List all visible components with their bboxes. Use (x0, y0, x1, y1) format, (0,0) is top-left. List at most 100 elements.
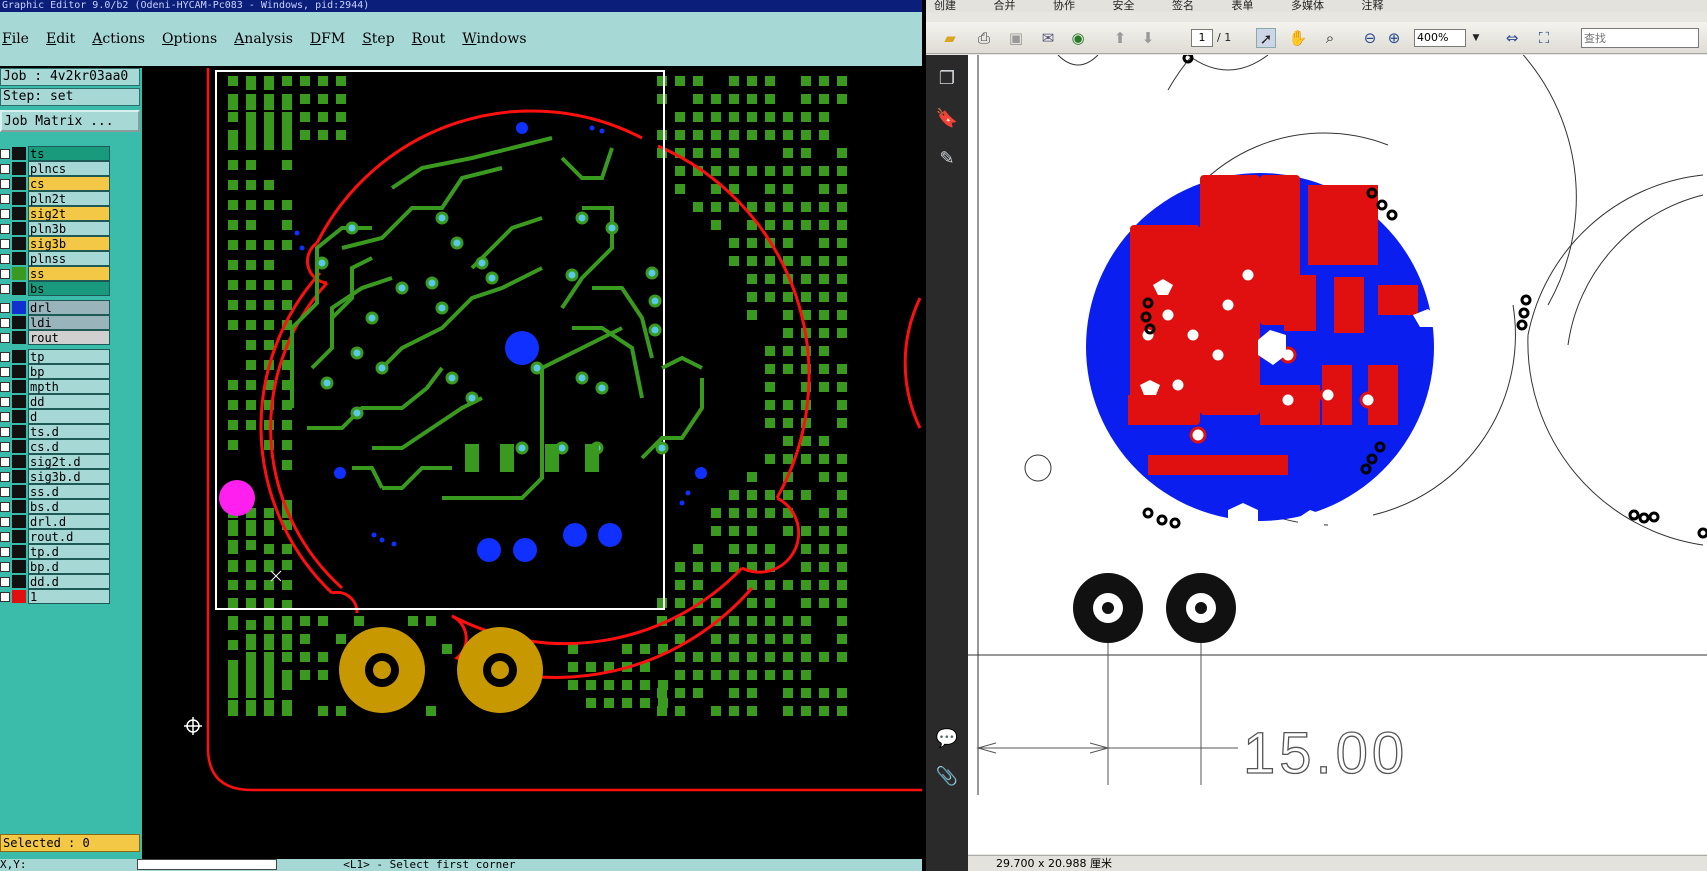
forms-button[interactable]: 表单 (1232, 0, 1254, 12)
layer-row-drl[interactable]: drl (0, 300, 112, 315)
layer-row-sig3b-d[interactable]: sig3b.d (0, 469, 112, 484)
layer-row-pln2t[interactable]: pln2t (0, 191, 112, 206)
layer-color-swatch[interactable] (12, 350, 26, 363)
layer-name[interactable]: d (28, 409, 110, 424)
layer-color-swatch[interactable] (12, 530, 26, 543)
layer-checkbox[interactable] (0, 194, 10, 204)
fit-width-icon[interactable]: ⇔ (1502, 28, 1522, 48)
layer-row-sig3b[interactable]: sig3b (0, 236, 112, 251)
layer-name[interactable]: plnss (28, 251, 110, 266)
layer-color-swatch[interactable] (12, 425, 26, 438)
layer-row-1[interactable]: 1 (0, 589, 112, 604)
layer-name[interactable]: ts (28, 146, 110, 161)
layer-color-swatch[interactable] (12, 455, 26, 468)
layer-checkbox[interactable] (0, 303, 10, 313)
layer-row-bp[interactable]: bp (0, 364, 112, 379)
document-view[interactable]: 15.00 (968, 55, 1707, 854)
layer-name[interactable]: rout (28, 330, 110, 345)
menu-options[interactable]: Options (162, 31, 217, 47)
layer-row-ts-d[interactable]: ts.d (0, 424, 112, 439)
layer-row-sig2t-d[interactable]: sig2t.d (0, 454, 112, 469)
layer-row-bs[interactable]: bs (0, 281, 112, 296)
layer-name[interactable]: pln3b (28, 221, 110, 236)
save-icon[interactable]: ▣ (1006, 28, 1026, 48)
layer-color-swatch[interactable] (12, 500, 26, 513)
layer-color-swatch[interactable] (12, 485, 26, 498)
page-down-icon[interactable]: ⬇ (1138, 28, 1158, 48)
email-icon[interactable]: ✉ (1038, 28, 1058, 48)
layer-color-swatch[interactable] (12, 515, 26, 528)
layer-checkbox[interactable] (0, 318, 10, 328)
layer-name[interactable]: rout.d (28, 529, 110, 544)
layer-row-plnss[interactable]: plnss (0, 251, 112, 266)
collaborate-button[interactable]: 协作 (1053, 0, 1075, 12)
layer-color-swatch[interactable] (12, 192, 26, 205)
layer-name[interactable]: sig2t (28, 206, 110, 221)
layer-row-dd[interactable]: dd (0, 394, 112, 409)
layer-checkbox[interactable] (0, 367, 10, 377)
layer-checkbox[interactable] (0, 382, 10, 392)
layer-checkbox[interactable] (0, 224, 10, 234)
layer-row-tp[interactable]: tp (0, 349, 112, 364)
zoom-tool-icon[interactable]: ⌕ (1320, 28, 1340, 48)
layer-checkbox[interactable] (0, 427, 10, 437)
layer-row-d[interactable]: d (0, 409, 112, 424)
layer-checkbox[interactable] (0, 412, 10, 422)
layer-name[interactable]: ss.d (28, 484, 110, 499)
layer-name[interactable]: bp.d (28, 559, 110, 574)
layer-color-swatch[interactable] (12, 440, 26, 453)
secure-button[interactable]: 安全 (1113, 0, 1135, 12)
layer-row-bp-d[interactable]: bp.d (0, 559, 112, 574)
signatures-icon[interactable]: ✎ (935, 147, 959, 171)
layer-row-bs-d[interactable]: bs.d (0, 499, 112, 514)
layer-color-swatch[interactable] (12, 380, 26, 393)
layer-name[interactable]: sig3b (28, 236, 110, 251)
layer-name[interactable]: cs.d (28, 439, 110, 454)
layer-row-rout[interactable]: rout (0, 330, 112, 345)
layer-checkbox[interactable] (0, 269, 10, 279)
layer-checkbox[interactable] (0, 592, 10, 602)
layer-name[interactable]: 1 (28, 589, 110, 604)
layer-checkbox[interactable] (0, 352, 10, 362)
layer-checkbox[interactable] (0, 442, 10, 452)
layer-checkbox[interactable] (0, 577, 10, 587)
layer-name[interactable]: tp.d (28, 544, 110, 559)
job-matrix-button[interactable]: Job Matrix ... (0, 110, 140, 132)
layer-name[interactable]: bs.d (28, 499, 110, 514)
layer-checkbox[interactable] (0, 164, 10, 174)
layer-row-plncs[interactable]: plncs (0, 161, 112, 176)
layer-checkbox[interactable] (0, 517, 10, 527)
zoom-dropdown-icon[interactable]: ▼ (1466, 28, 1486, 48)
menu-file[interactable]: File (2, 31, 29, 47)
pages-icon[interactable]: ❐ (935, 67, 959, 91)
layer-checkbox[interactable] (0, 179, 10, 189)
create-button[interactable]: 创建 (934, 0, 956, 12)
layer-name[interactable]: plncs (28, 161, 110, 176)
zoom-in-icon[interactable]: ⊕ (1384, 28, 1404, 48)
layer-color-swatch[interactable] (12, 301, 26, 314)
layer-color-swatch[interactable] (12, 545, 26, 558)
layer-checkbox[interactable] (0, 532, 10, 542)
layer-checkbox[interactable] (0, 562, 10, 572)
page-number-input[interactable]: 1 (1191, 29, 1213, 47)
menu-dfm[interactable]: DFM (310, 31, 345, 47)
search-input[interactable] (1581, 28, 1699, 48)
layer-color-swatch[interactable] (12, 590, 26, 603)
layer-name[interactable]: ts.d (28, 424, 110, 439)
layer-checkbox[interactable] (0, 239, 10, 249)
layer-checkbox[interactable] (0, 149, 10, 159)
layer-name[interactable]: mpth (28, 379, 110, 394)
layer-color-swatch[interactable] (12, 316, 26, 329)
sign-button[interactable]: 签名 (1172, 0, 1194, 12)
bookmarks-icon[interactable]: 🔖 (935, 107, 959, 131)
layer-row-rout-d[interactable]: rout.d (0, 529, 112, 544)
layer-row-drl-d[interactable]: drl.d (0, 514, 112, 529)
layer-color-swatch[interactable] (12, 162, 26, 175)
layer-name[interactable]: dd.d (28, 574, 110, 589)
layer-color-swatch[interactable] (12, 395, 26, 408)
layer-color-swatch[interactable] (12, 222, 26, 235)
layer-color-swatch[interactable] (12, 331, 26, 344)
layer-checkbox[interactable] (0, 254, 10, 264)
layer-row-dd-d[interactable]: dd.d (0, 574, 112, 589)
layer-row-cs[interactable]: cs (0, 176, 112, 191)
